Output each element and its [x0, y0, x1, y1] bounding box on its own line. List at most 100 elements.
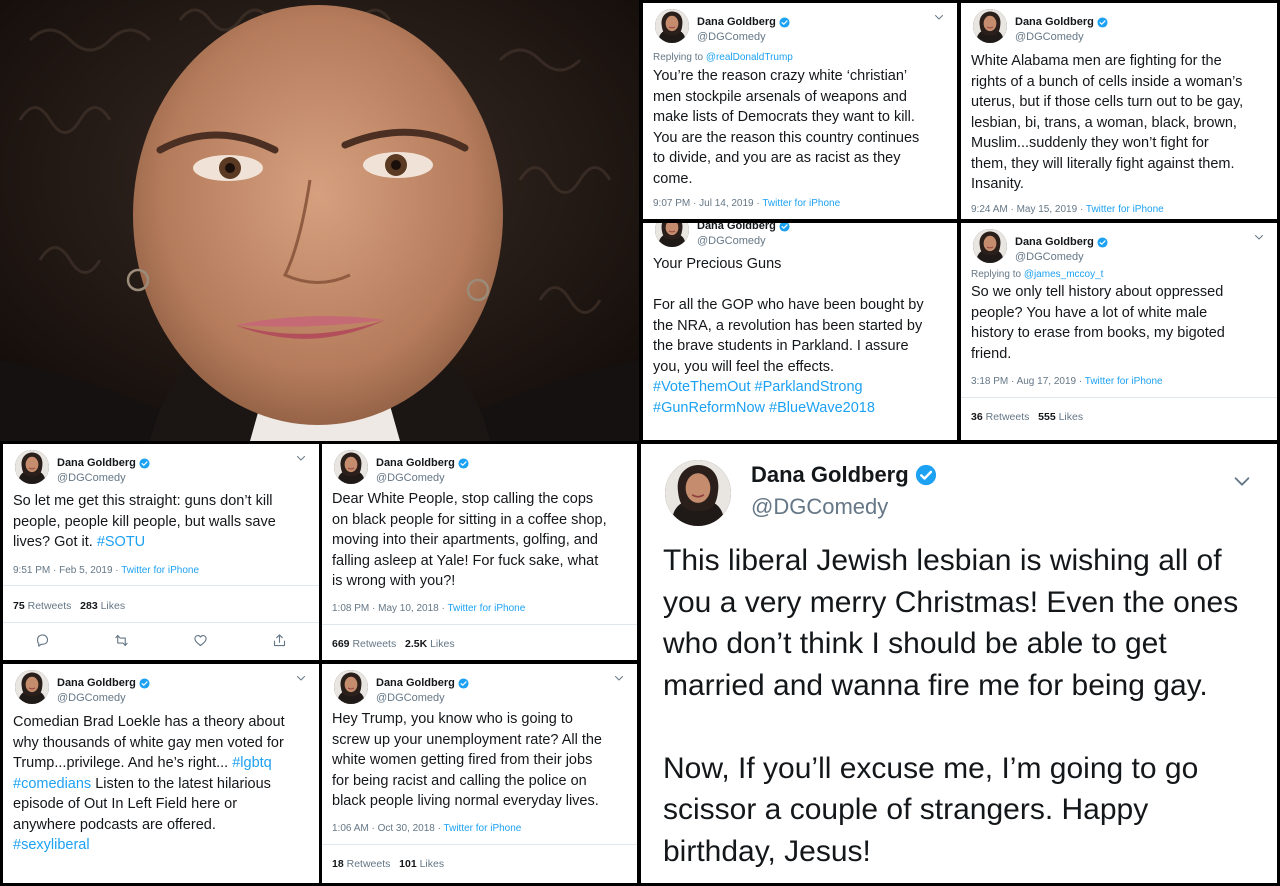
verified-badge-icon [139, 458, 150, 469]
tweet-card-5[interactable]: Dana Goldberg @DGComedy So let me get th… [3, 444, 319, 660]
tweet-timestamp: 1:06 AM · Oct 30, 2018 · Twitter for iPh… [332, 823, 522, 834]
author-handle[interactable]: @DGComedy [376, 472, 469, 484]
share-icon[interactable] [272, 633, 287, 648]
author-name[interactable]: Dana Goldberg [751, 462, 909, 488]
divider [322, 624, 637, 625]
retweet-icon[interactable] [114, 633, 129, 648]
tweet-text: Dear White People, stop calling the cops… [332, 491, 607, 589]
tweet-stats: 75 Retweets 283 Likes [13, 600, 126, 612]
tweet-header: Dana Goldberg @DGComedy [15, 450, 307, 490]
avatar[interactable] [973, 9, 1007, 43]
author-handle[interactable]: @DGComedy [751, 494, 937, 520]
tweet-header: Dana Goldberg @DGComedy [665, 460, 1253, 530]
avatar[interactable] [665, 460, 731, 526]
tweet-source-link[interactable]: Twitter for iPhone [444, 823, 522, 834]
tweet-source-link[interactable]: Twitter for iPhone [762, 198, 840, 209]
reply-to-line: Replying to @realDonaldTrump [653, 52, 793, 63]
tweet-text: So let me get this straight: guns don’t … [13, 493, 276, 550]
divider [322, 844, 637, 845]
tweet-card-4[interactable]: Dana Goldberg @DGComedy Replying to @jam… [961, 223, 1277, 440]
author-name[interactable]: Dana Goldberg [57, 457, 136, 469]
tweet-card-1[interactable]: Dana Goldberg @DGComedy Replying to @rea… [643, 3, 957, 219]
author-name[interactable]: Dana Goldberg [57, 677, 136, 689]
chevron-down-icon[interactable] [1231, 470, 1253, 492]
author-handle[interactable]: @DGComedy [376, 692, 469, 704]
tweet-card-7[interactable]: Dana Goldberg @DGComedy Comedian Brad Lo… [3, 664, 319, 883]
chevron-down-icon[interactable] [295, 452, 307, 464]
retweet-count[interactable]: 18 [332, 858, 344, 870]
verified-badge-icon [139, 678, 150, 689]
tweet-header: Dana Goldberg @DGComedy [655, 223, 945, 253]
hashtag-link[interactable]: #SOTU [97, 534, 145, 550]
verified-badge-icon [1097, 17, 1108, 28]
like-icon[interactable] [193, 633, 208, 648]
hashtag-link[interactable]: #sexyliberal [13, 837, 90, 853]
tweet-stats: 36 Retweets 555 Likes [971, 411, 1084, 423]
author-handle[interactable]: @DGComedy [57, 692, 150, 704]
tweet-card-8[interactable]: Dana Goldberg @DGComedy Hey Trump, you k… [322, 664, 637, 883]
hashtag-links[interactable]: #VoteThemOut #ParklandStrong #GunReformN… [653, 379, 875, 416]
tweet-source-link[interactable]: Twitter for iPhone [1085, 376, 1163, 387]
tweet-timestamp: 1:08 PM · May 10, 2018 · Twitter for iPh… [332, 603, 526, 614]
chevron-down-icon[interactable] [295, 672, 307, 684]
chevron-down-icon[interactable] [1253, 231, 1265, 243]
like-count[interactable]: 2.5K [405, 638, 427, 650]
tweet-source-link[interactable]: Twitter for iPhone [1086, 204, 1164, 215]
portrait-photo [0, 0, 639, 441]
chevron-down-icon[interactable] [613, 672, 625, 684]
author-name[interactable]: Dana Goldberg [1015, 236, 1094, 248]
hashtag-link[interactable]: #comedians [13, 776, 91, 792]
reply-icon[interactable] [35, 633, 50, 648]
reply-mention-link[interactable]: @realDonaldTrump [706, 52, 793, 63]
avatar[interactable] [655, 9, 689, 43]
avatar[interactable] [15, 450, 49, 484]
author-name[interactable]: Dana Goldberg [697, 223, 776, 232]
verified-badge-icon [1097, 237, 1108, 248]
like-count[interactable]: 101 [399, 858, 417, 870]
author-name[interactable]: Dana Goldberg [376, 457, 455, 469]
tweet-text: You’re the reason crazy white ‘christian… [653, 68, 920, 187]
verified-badge-icon [779, 223, 790, 232]
tweet-timestamp: 3:18 PM · Aug 17, 2019 · Twitter for iPh… [971, 376, 1163, 387]
avatar[interactable] [655, 223, 689, 247]
tweet-text: Hey Trump, you know who is going to scre… [332, 711, 602, 809]
tweet-source-link[interactable]: Twitter for iPhone [121, 565, 199, 576]
tweet-card-2[interactable]: Dana Goldberg @DGComedy White Alabama me… [961, 3, 1277, 219]
author-handle[interactable]: @DGComedy [1015, 251, 1108, 263]
tweet-text: White Alabama men are fighting for the r… [971, 53, 1244, 192]
tweet-header: Dana Goldberg @DGComedy [655, 9, 945, 49]
retweet-count[interactable]: 36 [971, 411, 983, 423]
verified-badge-icon [915, 464, 937, 486]
retweet-count[interactable]: 75 [13, 600, 25, 612]
hashtag-link[interactable]: #lgbtq [232, 755, 272, 771]
author-handle[interactable]: @DGComedy [697, 235, 790, 247]
avatar[interactable] [973, 229, 1007, 263]
retweet-count[interactable]: 669 [332, 638, 350, 650]
tweet-source-link[interactable]: Twitter for iPhone [447, 603, 525, 614]
divider [3, 622, 319, 623]
tweet-card-9[interactable]: Dana Goldberg @DGComedy This liberal Jew… [641, 444, 1277, 883]
tweet-text: This liberal Jewish lesbian is wishing a… [663, 544, 1239, 868]
tweet-card-6[interactable]: Dana Goldberg @DGComedy Dear White Peopl… [322, 444, 637, 660]
author-name[interactable]: Dana Goldberg [697, 16, 776, 28]
avatar[interactable] [15, 670, 49, 704]
verified-badge-icon [458, 678, 469, 689]
avatar[interactable] [334, 670, 368, 704]
like-count[interactable]: 283 [80, 600, 98, 612]
avatar[interactable] [334, 450, 368, 484]
tweet-header: Dana Goldberg @DGComedy [334, 450, 625, 490]
author-name[interactable]: Dana Goldberg [376, 677, 455, 689]
tweet-card-3[interactable]: Dana Goldberg @DGComedy Your Precious Gu… [643, 223, 957, 440]
like-count[interactable]: 555 [1038, 411, 1056, 423]
reply-mention-link[interactable]: @james_mccoy_t [1024, 269, 1104, 280]
tweet-text: So we only tell history about oppressed … [971, 284, 1225, 362]
tweet-header: Dana Goldberg @DGComedy [15, 670, 307, 710]
tweet-header: Dana Goldberg @DGComedy [973, 9, 1265, 49]
author-name[interactable]: Dana Goldberg [1015, 16, 1094, 28]
author-handle[interactable]: @DGComedy [1015, 31, 1108, 43]
author-handle[interactable]: @DGComedy [57, 472, 150, 484]
author-handle[interactable]: @DGComedy [697, 31, 790, 43]
chevron-down-icon[interactable] [933, 11, 945, 23]
tweet-timestamp: 9:07 PM · Jul 14, 2019 · Twitter for iPh… [653, 198, 841, 209]
tweet-header: Dana Goldberg @DGComedy [334, 670, 625, 710]
